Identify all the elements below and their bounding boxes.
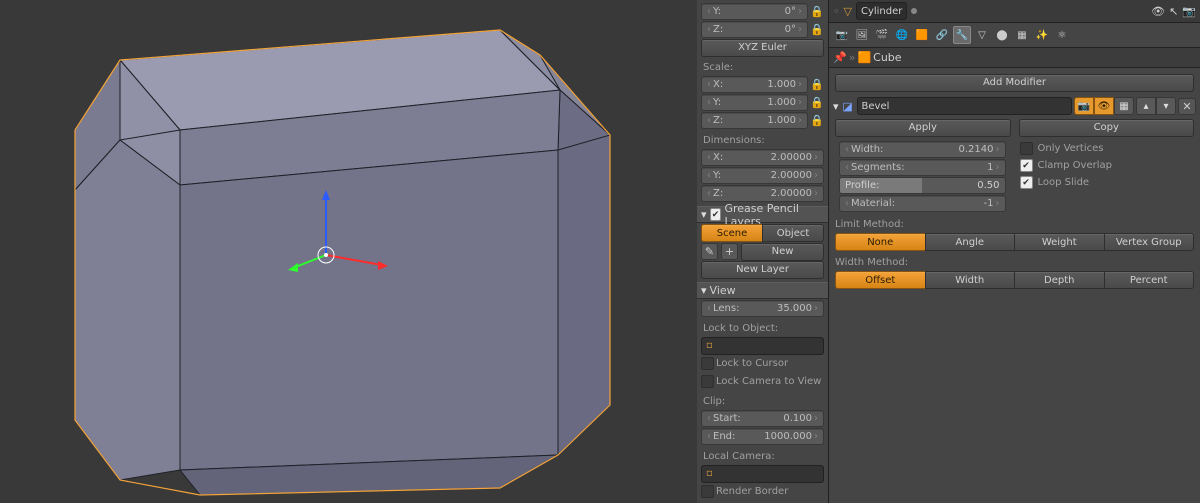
dim-y-field[interactable]: Y:2.00000 — [701, 167, 824, 184]
cube-icon: 🟧 — [857, 51, 871, 64]
view-panel-header[interactable]: ▾View — [697, 282, 828, 299]
world-tab-icon[interactable]: 🌐 — [893, 26, 911, 44]
width-field[interactable]: Width:0.2140 — [839, 141, 1006, 158]
wm-offset[interactable]: Offset — [835, 271, 925, 289]
outliner-row: ◦ ▽ Cylinder 👁 ↖ 📷 — [829, 0, 1200, 23]
eye-icon[interactable]: 👁 — [1151, 5, 1165, 18]
n-panel: Y:0°🔒 Z:0°🔒 XYZ Euler Scale: X:1.000🔒 Y:… — [697, 0, 829, 503]
outliner-item[interactable]: Cylinder — [856, 2, 907, 20]
scale-y-field[interactable]: Y:1.000 — [701, 94, 808, 111]
wm-depth[interactable]: Depth — [1014, 271, 1104, 289]
clip-start-field[interactable]: Start:0.100 — [701, 410, 824, 427]
limit-method-label: Limit Method: — [829, 214, 1200, 232]
data-tab-icon[interactable]: ▽ — [973, 26, 991, 44]
material-tab-icon[interactable]: ⬤ — [993, 26, 1011, 44]
gpl-panel-header[interactable]: ▾✔Grease Pencil Layers — [697, 206, 828, 223]
only-vertices-check[interactable] — [1020, 142, 1033, 155]
mod-moveup-icon[interactable]: ▴ — [1136, 97, 1156, 115]
clip-end-field[interactable]: End:1000.000 — [701, 428, 824, 445]
particles-tab-icon[interactable]: ✨ — [1033, 26, 1051, 44]
mesh-icon: ▽ — [844, 5, 852, 18]
rotation-mode-dropdown[interactable]: XYZ Euler — [701, 39, 824, 57]
object-tab-icon[interactable]: 🟧 — [913, 26, 931, 44]
mod-render-icon[interactable]: 📷 — [1074, 97, 1094, 115]
constraints-tab-icon[interactable]: 🔗 — [933, 26, 951, 44]
properties-context-tabs: 📷 🖼 🎬 🌐 🟧 🔗 🔧 ▽ ⬤ ▦ ✨ ⚛ — [829, 23, 1200, 47]
dim-x-field[interactable]: X:2.00000 — [701, 149, 824, 166]
mod-editmode-icon[interactable]: ▦ — [1114, 97, 1134, 115]
pencil-icon[interactable]: ✎ — [701, 243, 718, 260]
scale-x-field[interactable]: X:1.000 — [701, 76, 808, 93]
gpl-scene-tab[interactable]: Scene — [701, 224, 762, 242]
bevel-modifier-icon: ◪ — [841, 99, 855, 113]
lock-cursor-check[interactable] — [701, 357, 714, 370]
apply-btn[interactable]: Apply — [835, 119, 1011, 137]
width-method-label: Width Method: — [829, 252, 1200, 270]
render-tab-icon[interactable]: 📷 — [833, 26, 851, 44]
limit-angle[interactable]: Angle — [925, 233, 1015, 251]
viewport-3d[interactable] — [0, 0, 697, 503]
physics-tab-icon[interactable]: ⚛ — [1053, 26, 1071, 44]
lock-camera-check[interactable] — [701, 375, 714, 388]
context-name: Cube — [873, 51, 901, 64]
mod-delete-icon[interactable]: ✕ — [1178, 98, 1196, 115]
modifiers-tab-icon[interactable]: 🔧 — [953, 26, 971, 44]
wm-width[interactable]: Width — [925, 271, 1015, 289]
wm-percent[interactable]: Percent — [1104, 271, 1195, 289]
modifier-name-input[interactable]: Bevel — [857, 97, 1072, 115]
gpl-newlayer-btn[interactable]: New Layer — [701, 261, 824, 279]
render-border-check[interactable] — [701, 485, 714, 498]
dimensions-header: Dimensions: — [697, 130, 828, 148]
plus-icon[interactable]: + — [721, 243, 738, 260]
add-modifier-btn[interactable]: Add Modifier — [835, 74, 1194, 92]
scene-tab-icon[interactable]: 🎬 — [873, 26, 891, 44]
lock-icon[interactable]: 🔒 — [810, 3, 824, 20]
pin-icon[interactable]: 📌 — [833, 51, 847, 64]
copy-btn[interactable]: Copy — [1019, 119, 1195, 137]
gpl-enable-check[interactable]: ✔ — [710, 208, 722, 221]
lock-icon[interactable]: 🔒 — [810, 94, 824, 111]
scale-z-field[interactable]: Z:1.000 — [701, 112, 808, 129]
lock-object-id[interactable]: ▫ — [701, 337, 824, 355]
local-camera-id[interactable]: ▫ — [701, 465, 824, 483]
clip-label: Clip: — [697, 391, 828, 409]
loop-slide-check[interactable]: ✔ — [1020, 176, 1033, 189]
clamp-overlap-check[interactable]: ✔ — [1020, 159, 1033, 172]
rot-z-field[interactable]: Z:0° — [701, 21, 808, 38]
gpl-object-tab[interactable]: Object — [762, 224, 824, 242]
camera-render-icon[interactable]: 📷 — [1182, 5, 1196, 18]
dot-icon — [911, 8, 917, 14]
profile-slider[interactable]: Profile:0.50 — [839, 177, 1006, 194]
local-camera-label: Local Camera: — [697, 446, 828, 464]
segments-field[interactable]: Segments:1 — [839, 159, 1006, 176]
properties-panel: ◦ ▽ Cylinder 👁 ↖ 📷 📷 🖼 🎬 🌐 🟧 🔗 🔧 ▽ ⬤ ▦ ✨… — [829, 0, 1200, 503]
limit-weight[interactable]: Weight — [1014, 233, 1104, 251]
lock-icon[interactable]: 🔒 — [810, 76, 824, 93]
material-field[interactable]: Material:-1 — [839, 195, 1006, 212]
lens-field[interactable]: Lens:35.000 — [701, 300, 824, 317]
layers-tab-icon[interactable]: 🖼 — [853, 26, 871, 44]
dim-z-field[interactable]: Z:2.00000 — [701, 185, 824, 202]
mod-movedown-icon[interactable]: ▾ — [1156, 97, 1176, 115]
texture-tab-icon[interactable]: ▦ — [1013, 26, 1031, 44]
cursor-icon[interactable]: ↖ — [1169, 5, 1178, 18]
gpl-new-btn[interactable]: New — [741, 243, 824, 261]
mod-display-icon[interactable]: 👁 — [1094, 97, 1114, 115]
lock-icon[interactable]: 🔒 — [810, 112, 824, 129]
lock-icon[interactable]: 🔒 — [810, 21, 824, 38]
scale-header: Scale: — [697, 57, 828, 75]
mod-collapse-tri[interactable]: ▾ — [833, 100, 839, 113]
limit-vgroup[interactable]: Vertex Group — [1104, 233, 1195, 251]
rot-y-field[interactable]: Y:0° — [701, 3, 808, 20]
limit-none[interactable]: None — [835, 233, 925, 251]
lock-to-object-label: Lock to Object: — [697, 318, 828, 336]
